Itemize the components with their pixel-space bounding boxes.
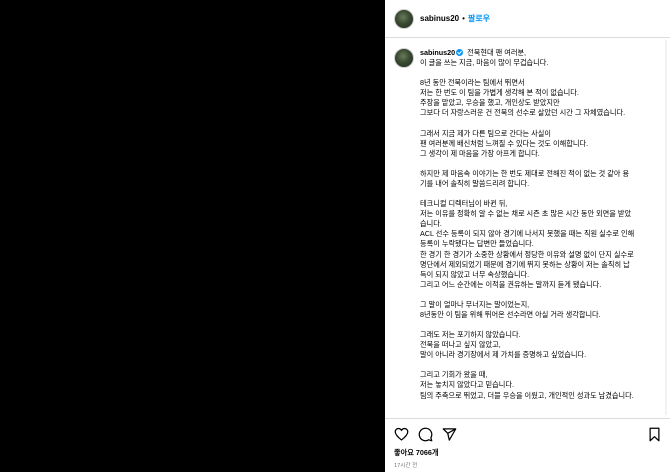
post-timestamp[interactable]: 17시간 전 [394, 461, 661, 469]
likes-count[interactable]: 좋아요 7066개 [394, 448, 661, 458]
scrollbar[interactable] [665, 40, 667, 415]
caption-line: 그리고 기회가 왔을 때, [420, 370, 488, 380]
caption-line: 8년동안 이 팀을 위해 뛰어온 선수라면 아실 거라 생각합니다. [420, 309, 601, 319]
caption-text: sabinus20 전북현대 팬 여러분, 이 글을 쓰는 지금, 마음이 많이… [420, 48, 670, 401]
caption-line: 전북을 떠나고 싶지 않았고, [420, 340, 501, 350]
caption-line: 말이 아니라 경기장에서 제 가치를 증명하고 싶었습니다. [420, 350, 587, 360]
separator-dot: • [462, 14, 465, 23]
caption-line: 팀의 주축으로 뛰었고, 더블 우승을 이뤘고, 개인적인 성과도 남겼습니다. [420, 390, 634, 400]
caption-line: 8년 동안 전북이라는 팀에서 뛰면서 [420, 78, 525, 88]
post-header: sabinus20 • 팔로우 [385, 0, 670, 38]
caption-line: 주장을 맡았고, 우승을 했고, 개인상도 받았지만 [420, 98, 560, 108]
comment-icon[interactable] [418, 427, 433, 442]
caption-line: 그보다 더 자랑스러운 건 전북의 선수로 살았던 시간 그 자체였습니다. [420, 108, 626, 118]
caption-line: 저는 놓치지 않았다고 믿습니다. [420, 380, 514, 390]
action-bar: 좋아요 7066개 17시간 전 [385, 418, 670, 469]
bookmark-icon[interactable] [648, 427, 661, 442]
dimmed-background[interactable] [0, 0, 385, 472]
heart-icon[interactable] [394, 427, 409, 441]
caption-line: 한 경기 한 경기가 소중한 상황에서 정당한 이유와 설명 없이 단지 실수로 [420, 249, 634, 259]
verified-badge-icon [456, 49, 464, 56]
caption-line: 저는 한 번도 이 팀을 가볍게 생각해 본 적이 없습니다. [420, 88, 579, 98]
caption-line: 이 글을 쓰는 지금, 마음이 많이 무겁습니다. [420, 58, 549, 68]
share-icon[interactable] [442, 427, 457, 442]
caption-line: ACL 선수 등록이 되지 않아 경기에 나서지 못했을 때는 직원 실수로 인… [420, 229, 635, 239]
caption-line: 그래도 저는 포기하지 않았습니다. [420, 330, 521, 340]
caption-line: 팬 여러분께 배신처럼 느껴질 수 있다는 것도 이해합니다. [420, 138, 589, 148]
caption-line: 등록이 누락됐다는 답변만 들었습니다. [420, 239, 534, 249]
username[interactable]: sabinus20 [420, 14, 459, 23]
caption-area: sabinus20 전북현대 팬 여러분, 이 글을 쓰는 지금, 마음이 많이… [385, 38, 670, 418]
caption-line: 기를 내어 솔직히 말씀드리려 합니다. [420, 178, 530, 188]
caption-username[interactable]: sabinus20 [420, 48, 455, 57]
follow-button[interactable]: 팔로우 [468, 13, 490, 24]
caption-line: 그리고 어느 순간에는 이적을 권유하는 말까지 듣게 됐습니다. [420, 279, 602, 289]
post-panel: sabinus20 • 팔로우 sabinus20 전북현대 팬 여러분, 이 … [385, 0, 670, 472]
caption-line: 테크니컬 디렉터님이 바뀐 뒤, [420, 199, 508, 209]
caption-line: 하지만 제 마음속 이야기는 한 번도 제대로 전해진 적이 없는 것 같아 용 [420, 168, 630, 178]
caption-line: 그래서 지금 제가 다른 팀으로 간다는 사실이 [420, 128, 552, 138]
caption-line: 득이 되지 않았고 너무 속상했습니다. [420, 269, 530, 279]
caption-line: 저는 이유를 정확히 알 수 없는 채로 시즌 초 많은 시간 동안 외면을 받… [420, 209, 632, 219]
avatar[interactable] [394, 8, 414, 29]
caption-line: 그 생각이 제 마음을 가장 아프게 합니다. [420, 148, 540, 158]
caption-line: 그 말이 얼마나 무너지는 말이었는지, [420, 299, 530, 309]
caption-line: sabinus20 전북현대 팬 여러분, [420, 48, 527, 57]
caption-line: 명단에서 제외되었기 때문에 경기에 뛰지 못하는 상황이 저는 솔직히 납 [420, 259, 630, 269]
caption-line: 습니다. [420, 219, 442, 229]
caption-avatar[interactable] [394, 48, 414, 68]
